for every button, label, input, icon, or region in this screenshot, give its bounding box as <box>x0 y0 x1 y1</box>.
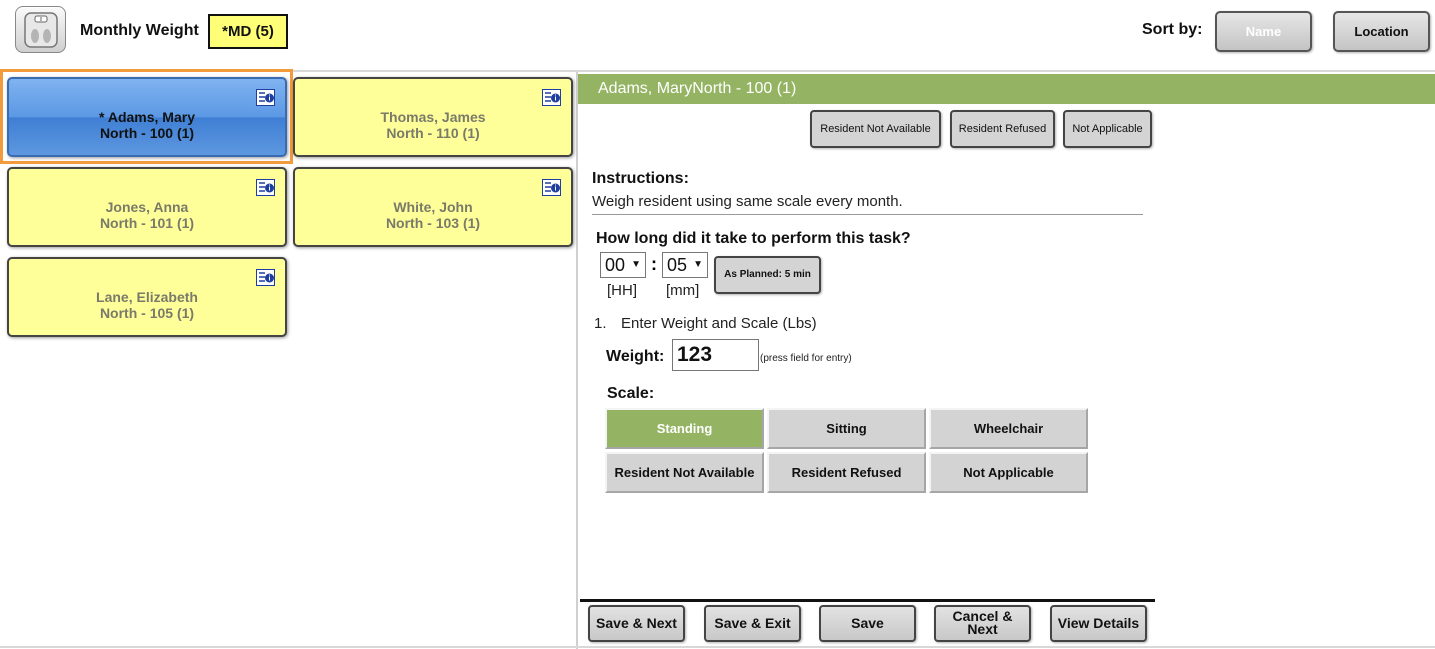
resident-not-available-button[interactable]: Resident Not Available <box>810 110 941 148</box>
resident-name: Jones, Anna <box>105 199 189 215</box>
save-button[interactable]: Save <box>819 605 916 642</box>
as-planned-button[interactable]: As Planned: 5 min <box>714 256 821 294</box>
scale-not-applicable-button[interactable]: Not Applicable <box>929 452 1088 493</box>
cancel-and-next-button[interactable]: Cancel & Next <box>934 605 1031 642</box>
info-icon[interactable] <box>256 179 275 196</box>
weight-field[interactable]: 123 <box>672 339 759 371</box>
view-details-button[interactable]: View Details <box>1050 605 1147 642</box>
resident-card[interactable]: Thomas, James North - 110 (1) <box>293 77 573 157</box>
info-icon[interactable] <box>542 89 561 106</box>
app-header: Monthly Weight *MD (5) Sort by: Name Loc… <box>0 0 1435 72</box>
instructions-title: Instructions: <box>592 170 689 187</box>
resident-location: North - 110 (1) <box>386 125 480 141</box>
weight-hint: (press field for entry) <box>760 353 852 364</box>
resident-location: North - 105 (1) <box>99 305 195 321</box>
scale-resident-not-available-button[interactable]: Resident Not Available <box>605 452 764 493</box>
count-badge: *MD (5) <box>208 14 288 49</box>
scale-resident-refused-button[interactable]: Resident Refused <box>767 452 926 493</box>
hours-unit-label: [HH] <box>607 282 637 299</box>
instructions-text: Weigh resident using same scale every mo… <box>592 193 903 210</box>
scale-standing-button[interactable]: Standing <box>605 408 764 449</box>
save-and-exit-button[interactable]: Save & Exit <box>704 605 801 642</box>
resident-refused-button[interactable]: Resident Refused <box>950 110 1055 148</box>
sort-label: Sort by: <box>1142 21 1203 38</box>
resident-location: North - 100 (1) <box>99 125 195 141</box>
hours-select[interactable]: 00 ▼ <box>600 252 646 278</box>
info-icon[interactable] <box>256 269 275 286</box>
resident-card[interactable]: Lane, Elizabeth North - 105 (1) <box>7 257 287 337</box>
dropdown-arrow-icon: ▼ <box>693 259 703 270</box>
info-icon[interactable] <box>256 89 275 106</box>
bottom-rule <box>0 646 1435 648</box>
footer-divider <box>580 599 1155 602</box>
resident-name: * Adams, Mary <box>99 109 195 125</box>
resident-location: North - 103 (1) <box>385 215 481 231</box>
time-separator: : <box>651 254 657 274</box>
hours-value: 00 <box>605 255 626 275</box>
step-number: 1. <box>594 315 607 332</box>
minutes-unit-label: [mm] <box>666 282 700 299</box>
resident-name: White, John <box>393 199 473 215</box>
scale-wheelchair-button[interactable]: Wheelchair <box>929 408 1088 449</box>
step-text: Enter Weight and Scale (Lbs) <box>621 315 817 332</box>
info-icon[interactable] <box>542 179 561 196</box>
resident-name: Lane, Elizabeth <box>96 289 198 305</box>
scale-label: Scale: <box>607 385 655 402</box>
resident-card[interactable]: * Adams, Mary North - 100 (1) <box>7 77 287 157</box>
resident-name: Thomas, James <box>380 109 486 125</box>
minutes-select[interactable]: 05 ▼ <box>662 252 708 278</box>
resident-card[interactable]: Jones, Anna North - 101 (1) <box>7 167 287 247</box>
save-and-next-button[interactable]: Save & Next <box>588 605 685 642</box>
not-applicable-button[interactable]: Not Applicable <box>1063 110 1152 148</box>
page-title: Monthly Weight <box>80 22 199 39</box>
minutes-value: 05 <box>667 255 688 275</box>
resident-location: North - 101 (1) <box>99 215 195 231</box>
panel-divider <box>576 72 578 649</box>
sort-by-location-button[interactable]: Location <box>1333 11 1430 52</box>
resident-card[interactable]: White, John North - 103 (1) <box>293 167 573 247</box>
weight-scale-icon[interactable] <box>15 6 66 53</box>
scale-sitting-button[interactable]: Sitting <box>767 408 926 449</box>
detail-header: Adams, MaryNorth - 100 (1) <box>578 74 1435 104</box>
duration-question: How long did it take to perform this tas… <box>596 230 911 247</box>
divider <box>592 214 1143 215</box>
weight-label: Weight: <box>606 348 665 365</box>
sort-by-name-button[interactable]: Name <box>1215 11 1312 52</box>
dropdown-arrow-icon: ▼ <box>631 259 641 270</box>
